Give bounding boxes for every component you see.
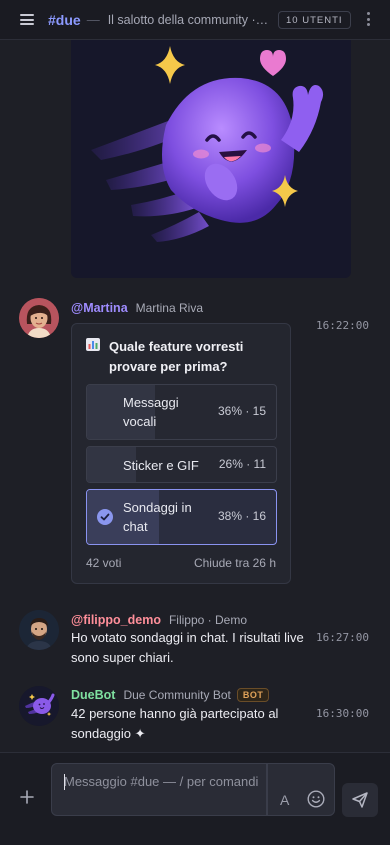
send-button[interactable] <box>342 783 378 817</box>
poll-option-label: Sondaggi in chat <box>123 500 192 534</box>
message-composer: Messaggio #due — / per comandi A <box>0 752 390 845</box>
users-count-button[interactable]: 10 UTENTI <box>278 11 351 29</box>
poll-option-polls[interactable]: Sondaggi in chat 38% · 16 <box>86 489 277 545</box>
poll-option-stats: 36% · 15 <box>217 404 266 418</box>
emoji-icon[interactable] <box>307 790 325 808</box>
poll-option-label: Messaggi vocali <box>123 395 179 429</box>
message-header: @filippo_demo Filippo · Demo <box>71 611 247 629</box>
image-attachment[interactable] <box>71 40 351 278</box>
message-text: 42 persone hanno già partecipato al sond… <box>71 706 279 741</box>
poll-card: Quale feature vorresti provare per prima… <box>71 323 291 584</box>
message-input-placeholder: Messaggio #due — / per comandi <box>64 774 259 789</box>
username-filippo[interactable]: @filippo_demo <box>71 613 161 627</box>
poll-option-voice[interactable]: Messaggi vocali 36% · 15 <box>86 384 277 440</box>
message-header: @Martina Martina Riva <box>71 299 203 317</box>
person-avatar-icon <box>19 610 59 650</box>
realname-filippo: Filippo · Demo <box>168 613 247 627</box>
bar-chart-icon <box>86 338 100 351</box>
avatar-martina[interactable] <box>19 298 59 338</box>
more-options-icon[interactable] <box>366 12 370 26</box>
input-divider <box>266 764 268 815</box>
check-icon <box>97 509 113 525</box>
poll-option-label: Sticker e GIF <box>123 458 199 473</box>
poll-option-stats: 26% · 11 <box>218 457 266 471</box>
poll-votes: 42 voti <box>86 556 122 570</box>
realname-martina: Martina Riva <box>135 301 203 315</box>
channel-topic: Il salotto della community ·… <box>107 12 268 27</box>
realname-duebot: Due Community Bot <box>123 688 231 702</box>
poll-option-stickers[interactable]: Sticker e GIF 26% · 11 <box>86 446 277 483</box>
poll-question: Quale feature vorresti provare per prima… <box>109 339 244 374</box>
poll-closes: Chiude tra 26 h <box>193 556 276 570</box>
bot-badge: BOT <box>236 688 270 702</box>
plus-icon[interactable] <box>20 790 34 804</box>
header-separator: — <box>86 12 100 27</box>
mascot-avatar-icon <box>19 686 59 726</box>
timestamp: 16:30:00 <box>316 707 369 720</box>
message-header: DueBot Due Community Bot BOT <box>71 686 270 704</box>
person-avatar-icon <box>19 298 59 338</box>
message-text: Ho votato sondaggi in chat. I risultati … <box>71 630 304 665</box>
timestamp: 16:27:00 <box>316 631 369 644</box>
message-input[interactable]: Messaggio #due — / per comandi A <box>51 763 335 816</box>
mascot-illustration <box>91 46 324 242</box>
format-text-icon[interactable]: A <box>280 792 289 808</box>
channel-header: #due — Il salotto della community ·… 10 … <box>0 0 390 40</box>
username-martina[interactable]: @Martina <box>71 301 128 315</box>
avatar-filippo[interactable] <box>19 610 59 650</box>
avatar-duebot[interactable] <box>19 686 59 726</box>
username-duebot[interactable]: DueBot <box>71 688 115 702</box>
channel-name[interactable]: #due <box>48 12 81 28</box>
menu-icon[interactable] <box>20 14 34 25</box>
poll-option-stats: 38% · 16 <box>217 509 266 523</box>
timestamp: 16:22:00 <box>316 319 369 332</box>
send-icon <box>352 792 368 808</box>
